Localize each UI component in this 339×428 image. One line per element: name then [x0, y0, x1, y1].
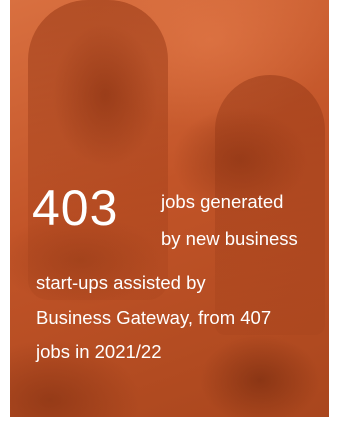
- stat-text-line-2: by new business: [161, 228, 298, 249]
- stat-text-line-3: start-ups assisted by: [36, 272, 206, 293]
- stat-number: 403: [32, 180, 119, 236]
- person-silhouette-left: [28, 0, 168, 300]
- stat-text-line-5: jobs in 2021/22: [36, 341, 162, 362]
- stat-text-line-1: jobs generated: [161, 191, 284, 212]
- stat-text-line-4: Business Gateway, from 407: [36, 307, 272, 328]
- stat-card: 403 jobs generated by new business start…: [10, 0, 329, 417]
